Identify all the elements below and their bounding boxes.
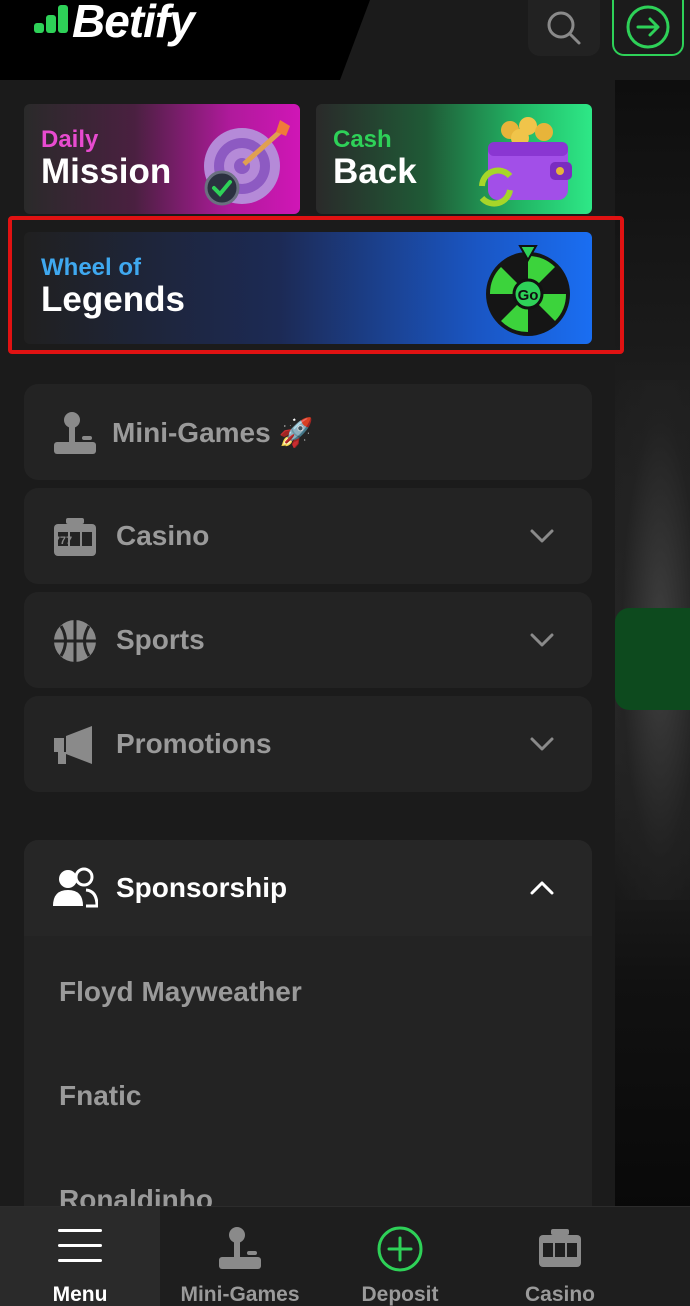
chevron-down-icon[interactable]	[528, 522, 556, 550]
nav-mini-games[interactable]: Mini-Games	[160, 1207, 320, 1306]
nav-menu[interactable]: Menu	[0, 1207, 160, 1306]
logo[interactable]: Betify	[34, 0, 195, 48]
menu-item-label: Mini-Games 🚀	[112, 416, 314, 448]
header: Betify	[0, 0, 690, 80]
prize-wheel-icon: Go	[486, 245, 570, 336]
sponsorship-header[interactable]: Sponsorship	[24, 840, 592, 936]
nav-casino[interactable]: Casino	[480, 1207, 640, 1306]
sponsorship-section: Sponsorship Floyd Mayweather Fnatic Rona…	[24, 840, 592, 1220]
wheel-of-legends-card[interactable]: Wheel of Legends Go	[24, 232, 592, 344]
cash-back-line1: Cash	[333, 126, 392, 153]
chevron-up-icon[interactable]	[528, 874, 556, 902]
search-icon	[547, 11, 581, 45]
cash-back-card[interactable]: Cash Back	[316, 104, 592, 214]
nav-menu-label: Menu	[52, 1283, 108, 1306]
daily-mission-line2: Mission	[41, 152, 172, 191]
background-page	[615, 80, 690, 1210]
cash-back-line2: Back	[333, 152, 417, 191]
background-green-button	[615, 608, 690, 710]
search-button[interactable]	[528, 0, 600, 56]
sponsorship-label: Sponsorship	[116, 872, 288, 903]
daily-mission-line1: Daily	[41, 126, 99, 153]
target-dart-icon	[204, 120, 290, 206]
nav-mini-games-label: Mini-Games	[180, 1283, 300, 1306]
hamburger-icon	[0, 1225, 160, 1273]
chevron-down-icon[interactable]	[528, 626, 556, 654]
slot-machine-icon	[480, 1225, 640, 1273]
wheel-go-label: Go	[518, 287, 539, 304]
users-icon	[53, 867, 98, 908]
sponsor-item-floyd-mayweather[interactable]: Floyd Mayweather	[59, 976, 302, 1008]
nav-casino-label: Casino	[524, 1283, 595, 1306]
menu-item-label: Promotions	[116, 728, 272, 759]
bottom-nav: Menu Mini-Games Deposit Casino	[0, 1206, 690, 1306]
joystick-icon	[52, 410, 98, 456]
daily-mission-card[interactable]: Daily Mission	[24, 104, 300, 214]
nav-more-partial[interactable]	[640, 1207, 690, 1306]
megaphone-icon	[52, 722, 98, 768]
side-menu-drawer: Daily Mission Cash Back Wheel of Legends…	[0, 80, 624, 1220]
menu-item-label: Sports	[116, 624, 205, 655]
wheel-of-legends-line2: Legends	[41, 280, 185, 319]
wheel-of-legends-line1: Wheel of	[41, 254, 141, 281]
wallet-coins-icon	[479, 117, 572, 207]
casino-reel-label: 777	[54, 535, 72, 547]
menu-item-casino[interactable]: 777 Casino	[24, 488, 592, 584]
menu-item-promotions[interactable]: Promotions	[24, 696, 592, 792]
sponsor-item-fnatic[interactable]: Fnatic	[59, 1080, 141, 1112]
basketball-icon	[52, 618, 98, 664]
plus-circle-icon	[320, 1225, 480, 1273]
chevron-down-icon[interactable]	[528, 730, 556, 758]
app-root: Betify Daily Mission Cash Back Wheel of …	[0, 0, 690, 1306]
menu-item-sports[interactable]: Sports	[24, 592, 592, 688]
nav-deposit-label: Deposit	[361, 1283, 439, 1306]
menu-item-mini-games[interactable]: Mini-Games 🚀	[24, 384, 592, 480]
menu-item-label: Casino	[116, 520, 210, 551]
logo-text: Betify	[72, 0, 195, 47]
login-button[interactable]	[612, 0, 684, 56]
slot-machine-icon: 777	[52, 514, 98, 560]
joystick-icon	[160, 1225, 320, 1273]
arrow-right-circle-icon	[626, 5, 670, 49]
nav-deposit[interactable]: Deposit	[320, 1207, 480, 1306]
logo-mark-icon	[34, 3, 70, 39]
